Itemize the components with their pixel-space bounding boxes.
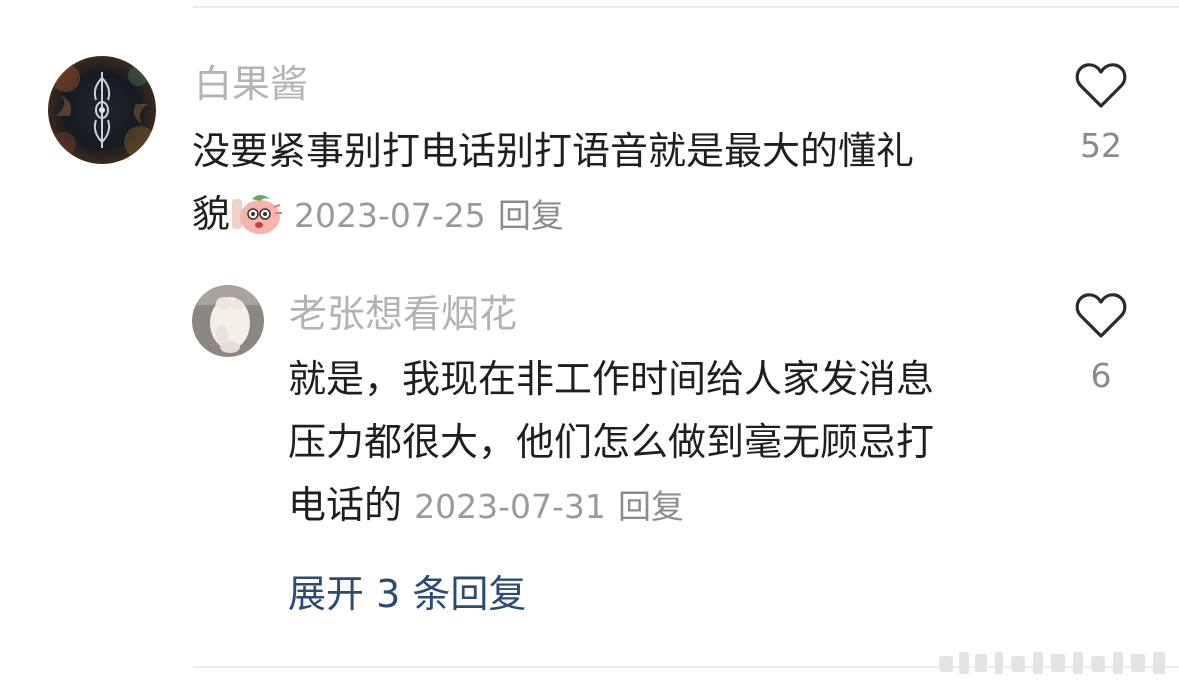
comment-reply-button[interactable]: 回复: [498, 196, 564, 235]
comment-body: 没要紧事别打电话别打语音就是最大的懂礼 貌 2023-07-25 回复: [192, 120, 1032, 247]
avatar-image: [48, 56, 156, 164]
top-divider: [193, 6, 1179, 8]
reply-username[interactable]: 老张想看烟花: [289, 292, 517, 336]
reply-avatar[interactable]: [192, 285, 264, 357]
comment-text-line-last: 貌 2023-07-25 回复: [192, 183, 1032, 247]
reply-date: 2023-07-31: [414, 487, 606, 526]
comment-like-count: 52: [1080, 126, 1122, 165]
reply-text-line: 就是，我现在非工作时间给人家发消息: [288, 357, 935, 401]
comment-text-tail: 貌: [192, 192, 231, 236]
comment-date: 2023-07-25: [294, 196, 486, 235]
reply-text-line: 压力都很大，他们怎么做到毫无顾忌打: [288, 420, 935, 464]
comment-username[interactable]: 白果酱: [194, 62, 308, 106]
avatar[interactable]: [48, 56, 156, 164]
comment-text-line: 没要紧事别打电话别打语音就是最大的懂礼: [192, 129, 915, 173]
watermark-mark: [939, 652, 1165, 674]
blushing-sticker-icon: [232, 195, 283, 234]
heart-icon[interactable]: [1075, 292, 1127, 340]
reply-text-tail: 电话的: [288, 483, 403, 527]
reply-text-line-last: 电话的 2023-07-31 回复: [288, 474, 1048, 538]
reply-like-button[interactable]: 6: [1066, 292, 1136, 396]
reply-reply-button[interactable]: 回复: [618, 487, 684, 526]
reply-like-count: 6: [1090, 356, 1112, 395]
reply-avatar-image: [192, 285, 264, 357]
expand-replies-button[interactable]: 展开 3 条回复: [288, 570, 526, 618]
heart-icon[interactable]: [1075, 62, 1127, 110]
comment-like-button[interactable]: 52: [1066, 62, 1136, 166]
reply-body: 就是，我现在非工作时间给人家发消息 压力都很大，他们怎么做到毫无顾忌打 电话的 …: [288, 348, 1048, 538]
